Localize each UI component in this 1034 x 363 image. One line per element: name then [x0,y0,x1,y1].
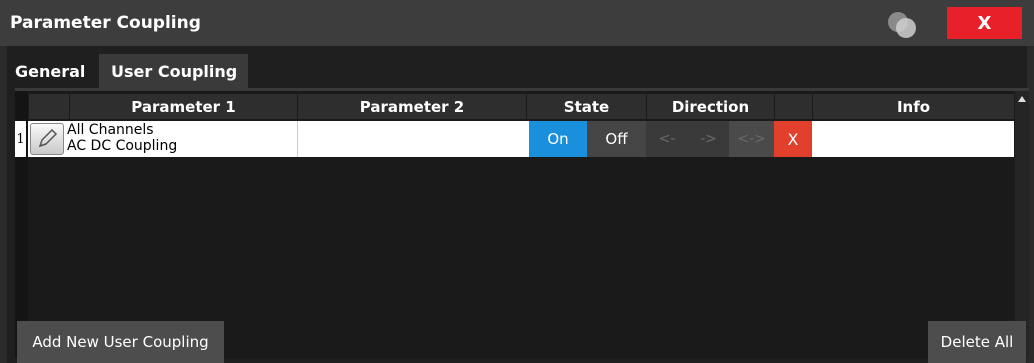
direction-right-button[interactable]: -> [688,121,729,157]
header-edit-col [28,94,69,119]
direction-both-button[interactable]: <-> [729,121,774,157]
header-info: Info [812,94,1014,119]
title-bar: Parameter Coupling X [0,0,1034,46]
delete-all-button[interactable]: Delete All [928,321,1026,363]
header-delete-col [774,94,812,119]
scroll-up-icon[interactable] [1018,96,1026,102]
coupling-table: Parameter 1 Parameter 2 State Direction … [15,88,1029,358]
delete-row-button[interactable]: X [774,121,812,157]
header-direction: Direction [646,94,774,119]
close-button[interactable]: X [947,7,1022,39]
state-on-button[interactable]: On [529,121,587,157]
tab-bar: General User Coupling [7,54,248,88]
param1-line1: All Channels [67,122,154,138]
direction-left-button[interactable]: <- [646,121,688,157]
info-cell [814,121,1001,157]
window-title: Parameter Coupling [10,13,201,33]
dialog-panel: General User Coupling Parameter 1 Parame… [7,46,1029,363]
header-param2: Parameter 2 [297,94,526,119]
vertical-scrollbar[interactable] [1015,91,1029,358]
tab-general[interactable]: General [7,54,99,88]
pencil-icon [38,128,58,148]
tab-user-coupling[interactable]: User Coupling [99,54,248,88]
add-user-coupling-button[interactable]: Add New User Coupling [17,321,224,363]
param2-cell[interactable] [297,121,526,157]
header-state: State [526,94,646,119]
table-header: Parameter 1 Parameter 2 State Direction … [28,94,1014,119]
state-off-button[interactable]: Off [587,121,646,157]
table-grid: Parameter 1 Parameter 2 State Direction … [15,91,1014,358]
row-index: 1 [15,121,26,157]
edit-button[interactable] [30,123,64,155]
footer-bar: Add New User Coupling Delete All [0,319,1034,363]
param1-line2: AC DC Coupling [67,138,178,154]
param1-cell[interactable]: All Channels AC DC Coupling [67,122,177,154]
header-param1: Parameter 1 [69,94,297,119]
logo-icon [888,12,916,38]
